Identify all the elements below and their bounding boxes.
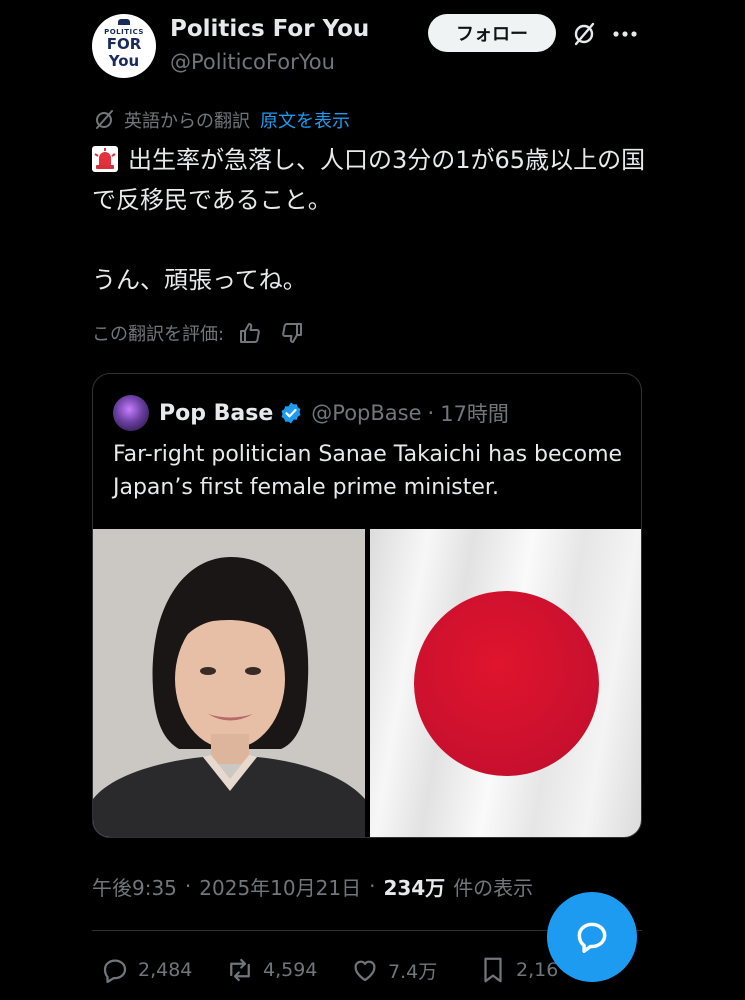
japan-flag-photo[interactable]: [370, 529, 641, 837]
quoted-media: [93, 529, 641, 837]
bookmark-button[interactable]: 2,16: [478, 952, 558, 988]
meta-dot: ·: [184, 874, 192, 898]
rate-translation: この翻訳を評価:: [92, 318, 322, 348]
avatar-text-line1: FOR: [106, 35, 142, 53]
heart-icon: [354, 960, 376, 982]
avatar-hat-shape: [118, 19, 130, 25]
more-options-icon[interactable]: [612, 30, 638, 38]
like-button[interactable]: 7.4万: [350, 952, 437, 988]
tweet-line-1: 出生率が急落し、人口の3分の1が65歳以上の国で反移民であること。: [92, 140, 652, 220]
tweet-header: POLITICS FOR You Politics For You @Polit…: [92, 14, 682, 80]
chat-bubble-icon: [577, 922, 607, 953]
repost-button[interactable]: 4,594: [225, 952, 317, 988]
verified-badge-icon: [281, 402, 301, 424]
rate-translation-label: この翻訳を評価:: [92, 324, 225, 345]
repost-icon: [230, 958, 250, 982]
thumbs-up-icon[interactable]: [238, 321, 262, 345]
new-post-fab[interactable]: [547, 892, 637, 982]
quoted-author-avatar[interactable]: [113, 395, 149, 431]
portrait-illustration: [93, 529, 365, 837]
views-count: 234万: [383, 875, 446, 900]
avatar-text-line2: You: [108, 52, 140, 70]
author-handle[interactable]: @PoliticoForYou: [170, 50, 335, 74]
meta-dot: ·: [369, 874, 376, 898]
reply-button[interactable]: 2,484: [100, 952, 192, 988]
tweet-time[interactable]: 午後9:35: [92, 872, 177, 901]
thumbs-down-icon[interactable]: [280, 321, 304, 345]
show-original-link[interactable]: 原文を表示: [260, 107, 350, 133]
quoted-separator: ·: [427, 401, 435, 425]
author-display-name[interactable]: Politics For You: [170, 16, 369, 42]
tweet-text: 出生率が急落し、人口の3分の1が65歳以上の国で反移民であること。 うん、頑張っ…: [92, 140, 652, 300]
quoted-timestamp[interactable]: 17時間: [440, 398, 509, 428]
quoted-tweet[interactable]: Pop Base @PopBase · 17時間 Far-right polit…: [92, 373, 642, 838]
portrait-photo[interactable]: [93, 529, 365, 837]
siren-emoji-icon: [92, 146, 118, 172]
translation-notice: 英語からの翻訳 原文を表示: [92, 107, 350, 133]
follow-button[interactable]: フォロー: [428, 14, 556, 52]
reply-icon: [103, 959, 127, 983]
translation-label: 英語からの翻訳: [124, 111, 250, 132]
bookmark-count: 2,16: [516, 959, 559, 981]
repost-count: 4,594: [263, 959, 318, 981]
quoted-author-handle[interactable]: @PopBase: [311, 401, 421, 425]
views-label: 件の表示: [453, 875, 534, 900]
quoted-author-name[interactable]: Pop Base: [159, 401, 273, 426]
tweet-date[interactable]: 2025年10月21日: [199, 872, 361, 901]
bookmark-icon: [484, 957, 502, 983]
like-count: 7.4万: [388, 960, 438, 983]
tweet-line-2: うん、頑張ってね。: [92, 266, 307, 294]
author-avatar[interactable]: POLITICS FOR You: [92, 14, 156, 78]
tweet-line-1-text: 出生率が急落し、人口の3分の1が65歳以上の国で反移民であること。: [92, 146, 646, 214]
grok-icon[interactable]: [570, 20, 598, 48]
tweet-meta: 午後9:35 · 2025年10月21日 · 234万 件の表示: [92, 870, 533, 902]
grok-translate-icon: [96, 110, 113, 129]
flag-red-disc: [414, 591, 599, 776]
quoted-tweet-text: Far-right politician Sanae Takaichi has …: [113, 442, 623, 500]
reply-count: 2,484: [138, 959, 193, 981]
quoted-tweet-header: Pop Base @PopBase · 17時間: [113, 395, 509, 431]
